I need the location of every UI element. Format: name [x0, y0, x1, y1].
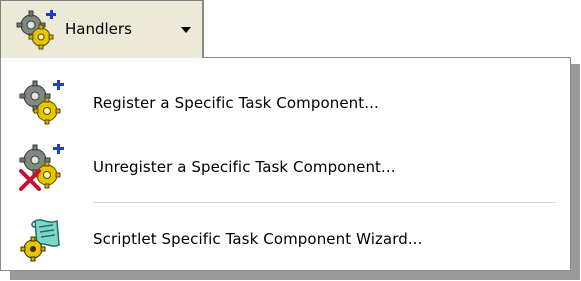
unregister-handler-icon — [17, 143, 65, 191]
dropdown-arrow-icon — [180, 22, 192, 36]
menu-separator — [93, 202, 556, 203]
handlers-dropdown-button[interactable]: Handlers — [0, 0, 204, 58]
handlers-menu: Register a Specific Task Component... Un… — [0, 57, 571, 271]
menu-item-unregister[interactable]: Unregister a Specific Task Component... — [1, 136, 570, 198]
handlers-label: Handlers — [65, 20, 132, 38]
menu-item-scriptlet-wizard[interactable]: Scriptlet Specific Task Component Wizard… — [1, 208, 570, 270]
handlers-gears-icon — [15, 9, 57, 51]
scriptlet-wizard-icon — [17, 215, 65, 263]
menu-item-unregister-label: Unregister a Specific Task Component... — [93, 158, 396, 176]
menu-item-register-label: Register a Specific Task Component... — [93, 94, 379, 112]
menu-item-register[interactable]: Register a Specific Task Component... — [1, 72, 570, 134]
menu-item-scriptlet-wizard-label: Scriptlet Specific Task Component Wizard… — [93, 230, 423, 248]
register-handler-icon — [17, 79, 65, 127]
